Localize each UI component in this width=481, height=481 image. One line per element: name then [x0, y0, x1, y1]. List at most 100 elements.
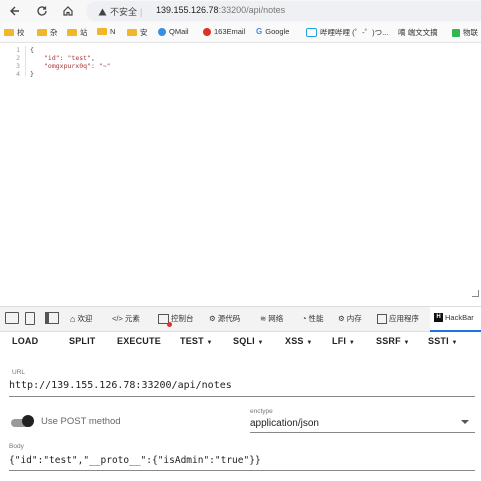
back-arrow-icon[interactable] [6, 2, 24, 20]
url-text[interactable]: 139.155.126.78:33200/api/notes [156, 5, 285, 15]
home-icon[interactable] [59, 2, 77, 20]
bookmark-label: N [110, 27, 116, 36]
console-icon [158, 313, 172, 327]
tab-label: 应用程序 [389, 314, 419, 323]
gear-icon: ⚙ [209, 314, 216, 323]
application-icon [377, 313, 387, 324]
bookmark-folder[interactable]: 站 [67, 27, 88, 38]
bookmark-label: 安 [140, 28, 148, 37]
caret-down-icon: ▼ [403, 340, 410, 346]
gutter-divider [25, 46, 26, 76]
wifi-icon: ≋ [260, 314, 267, 323]
dropdown-arrow-icon[interactable] [461, 420, 469, 424]
tab-label: 性能 [308, 314, 324, 323]
tab-console[interactable]: 控制台 [158, 313, 194, 327]
json-line-secret: "omgxpurx0q": "~" [44, 63, 111, 70]
tab-elements[interactable]: </> 元素 [112, 313, 140, 324]
warning-icon [98, 8, 107, 15]
folder-icon [37, 29, 47, 36]
tab-label: 网络 [268, 314, 284, 323]
security-indicator[interactable]: 不安全 | [98, 5, 142, 18]
ssti-menu[interactable]: SSTI ▼ [428, 336, 458, 346]
tab-label: 欢迎 [77, 314, 93, 323]
folder-icon [127, 29, 137, 36]
sqli-menu[interactable]: SQLI ▼ [233, 336, 264, 346]
json-colon: : [90, 62, 95, 70]
bookmark-iot[interactable]: 物联 [452, 27, 478, 38]
url-field-label: URL [12, 369, 26, 376]
folder-icon [97, 28, 107, 35]
post-method-label: Use POST method [41, 416, 121, 427]
split-button[interactable]: SPLIT [69, 336, 96, 346]
tab-welcome[interactable]: ⌂ 欢迎 [70, 313, 92, 324]
tab-label: HackBar [445, 313, 474, 322]
json-comma: , [90, 54, 95, 62]
bookmark-label: 嘀 端文文摘 [398, 28, 438, 37]
url-field-underline [9, 396, 475, 397]
caret-down-icon: ▼ [306, 340, 313, 346]
bookmark-label: 哔哩哔哩 (゜-゜)つ... [320, 28, 389, 37]
json-key: "id" [44, 54, 60, 62]
url-field[interactable]: http://139.155.126.78:33200/api/notes [9, 380, 232, 391]
bookmark-label: 站 [80, 28, 88, 37]
json-value: "test" [67, 54, 91, 62]
ssrf-menu[interactable]: SSRF ▼ [376, 336, 410, 346]
bookmark-label: 校 [17, 28, 25, 37]
tab-application[interactable]: 应用程序 [377, 313, 419, 324]
bookmark-folder[interactable]: N [97, 27, 115, 36]
menu-label: SQLI [233, 336, 255, 346]
line-number: 1 [16, 46, 20, 54]
bookmark-digest[interactable]: 嘀 端文文摘 [398, 27, 438, 38]
line-number: 3 [16, 62, 20, 70]
menu-label: TEST [180, 336, 204, 346]
lfi-menu[interactable]: LFI ▼ [332, 336, 355, 346]
tab-label: 内存 [346, 314, 362, 323]
security-label: 不安全 [110, 7, 138, 17]
body-field-label: Body [9, 443, 24, 450]
execute-button[interactable]: EXECUTE [117, 336, 161, 346]
iot-icon [452, 28, 460, 37]
inspect-icon[interactable] [5, 312, 19, 324]
memory-icon: ⚙ [338, 314, 345, 323]
bookmark-label: QMail [169, 27, 189, 36]
menu-label: XSS [285, 336, 304, 346]
bookmark-label: 杂 [50, 28, 58, 37]
enctype-label: enctype [250, 408, 273, 415]
line-number: 4 [16, 70, 20, 78]
tab-network[interactable]: ≋ 网络 [260, 313, 283, 324]
tab-performance[interactable]: ◔ 性能 [302, 313, 324, 324]
device-toolbar-icon[interactable] [25, 312, 35, 325]
bookmark-163email[interactable]: 163Email [203, 27, 245, 36]
url-path: :33200/api/notes [218, 5, 286, 15]
tab-sources[interactable]: ⚙ 源代码 [209, 313, 240, 324]
google-icon: G [256, 27, 263, 36]
resize-handle[interactable] [472, 290, 479, 297]
bookmark-folder[interactable]: 安 [127, 27, 148, 38]
reload-icon[interactable] [33, 2, 51, 20]
load-button[interactable]: LOAD [12, 336, 38, 346]
bookmark-folder[interactable]: 校 [4, 27, 25, 38]
home-icon: ⌂ [70, 313, 76, 324]
folder-icon [67, 29, 77, 36]
body-field-underline [9, 470, 475, 471]
body-field[interactable]: {"id":"test","__proto__":{"isAdmin":"tru… [9, 455, 261, 466]
xss-menu[interactable]: XSS ▼ [285, 336, 312, 346]
menu-label: SSTI [428, 336, 449, 346]
tab-label: 控制台 [171, 314, 194, 323]
bookmark-qmail[interactable]: QMail [158, 27, 189, 36]
caret-down-icon: ▼ [348, 340, 355, 346]
bookmark-folder[interactable]: 杂 [37, 27, 58, 38]
hackbar-icon: H [434, 313, 443, 322]
bookmark-google[interactable]: G Google [256, 27, 289, 36]
caret-down-icon: ▼ [206, 340, 213, 346]
tab-hackbar[interactable]: H HackBar [434, 313, 474, 322]
post-toggle-knob[interactable] [22, 415, 34, 427]
tab-memory[interactable]: ⚙ 内存 [338, 313, 362, 324]
dock-icon[interactable] [45, 312, 59, 324]
json-key: "omgxpurx0q" [44, 62, 91, 70]
enctype-select[interactable]: application/json [250, 418, 319, 429]
bookmark-bilibili[interactable]: 哔哩哔哩 (゜-゜)つ... [306, 27, 388, 38]
code-icon: </> [112, 314, 123, 323]
caret-down-icon: ▼ [257, 340, 264, 346]
test-menu[interactable]: TEST ▼ [180, 336, 213, 346]
